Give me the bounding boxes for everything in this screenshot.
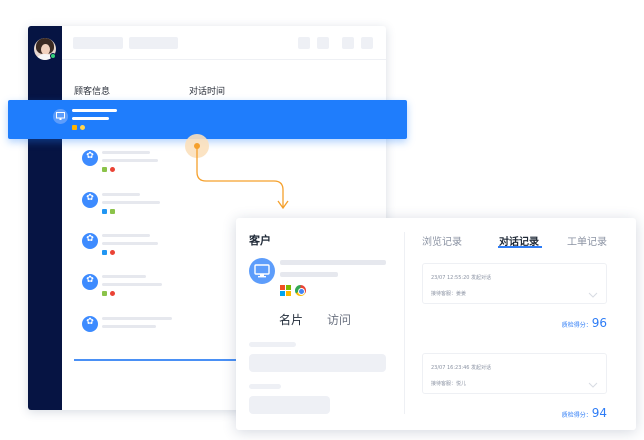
tab-visit[interactable]: 访问 <box>327 311 351 328</box>
tab-card[interactable]: 名片 <box>279 311 303 328</box>
record-agent: 接待客服：姜姜 <box>431 291 467 297</box>
conversation-record[interactable]: 23/07 12:55:20 发起对话 接待客服：姜姜 <box>422 263 607 304</box>
conversation-record[interactable]: 23/07 16:23:46 发起对话 接待客服：悦儿 <box>422 353 607 394</box>
record-time: 23/07 16:23:46 发起对话 <box>431 365 492 371</box>
quality-score: 质检得分：96 <box>561 316 607 330</box>
field-label-placeholder <box>249 384 281 389</box>
record-agent: 接待客服：悦儿 <box>431 381 467 387</box>
field-input-placeholder[interactable] <box>249 396 330 414</box>
tab-browse-history[interactable]: 浏览记录 <box>422 233 462 248</box>
active-tab-indicator <box>498 246 542 248</box>
customer-detail-card: 客户 名片 访问 浏览记录 对话记录 工单记录 23/07 12:55:20 发… <box>236 218 636 430</box>
field-input-placeholder[interactable] <box>249 354 386 372</box>
panel-divider <box>404 232 405 414</box>
chevron-down-icon[interactable] <box>588 380 598 390</box>
windows-icon <box>280 285 291 296</box>
card-title: 客户 <box>249 234 271 247</box>
quality-score: 质检得分：94 <box>561 406 607 420</box>
record-time: 23/07 12:55:20 发起对话 <box>431 275 492 281</box>
customer-id-placeholder <box>280 272 338 277</box>
chevron-down-icon[interactable] <box>588 290 598 300</box>
field-label-placeholder <box>249 342 296 347</box>
tab-ticket-history[interactable]: 工单记录 <box>567 233 607 248</box>
chrome-icon <box>295 285 306 296</box>
desktop-icon <box>249 258 275 284</box>
customer-name-placeholder <box>280 260 386 265</box>
